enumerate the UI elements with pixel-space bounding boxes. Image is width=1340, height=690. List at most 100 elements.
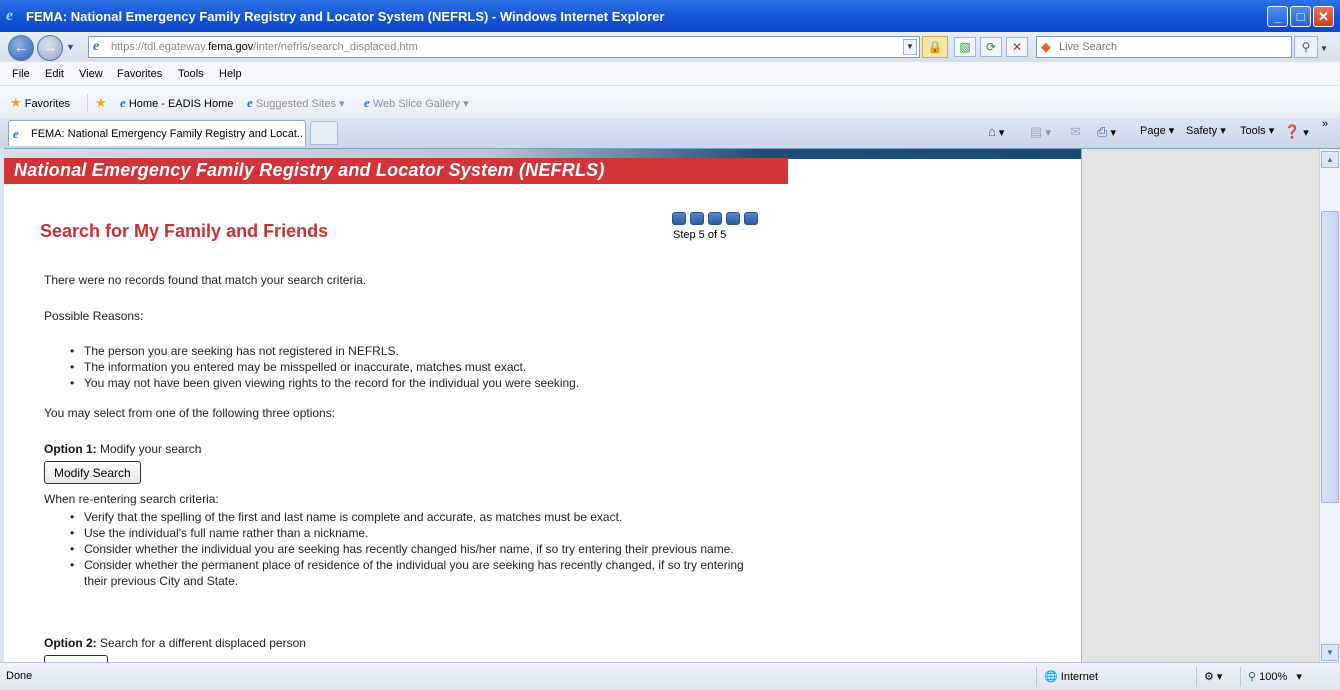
zoom-button[interactable]: ⚲ 100% ▾ — [1248, 670, 1302, 683]
option-2-label: Option 2: — [44, 636, 97, 650]
step-box-3 — [708, 212, 722, 225]
ie-page-icon: e — [13, 126, 19, 141]
scroll-thumb[interactable] — [1321, 211, 1339, 503]
list-item: Consider whether the individual you are … — [70, 541, 750, 557]
recent-pages-dropdown-icon[interactable]: ▼ — [66, 42, 75, 52]
chevron-more-icon[interactable]: » — [1322, 118, 1328, 130]
right-pane — [1081, 149, 1321, 662]
add-favorite-icon: ★ — [95, 95, 107, 110]
option-2-button[interactable] — [44, 655, 108, 662]
divider — [1036, 667, 1037, 687]
option-2-text: Search for a different displaced person — [96, 636, 306, 650]
stop-icon[interactable]: ✕ — [1006, 37, 1028, 57]
minimize-button[interactable]: _ — [1267, 6, 1288, 27]
feeds-button[interactable]: ▤ ▾ — [1030, 124, 1051, 140]
url-domain: fema.gov — [208, 41, 254, 53]
favorite-link-label: Home - EADIS Home — [128, 98, 234, 110]
step-box-4 — [726, 212, 740, 225]
status-text: Done — [6, 670, 33, 682]
menu-bar: File Edit View Favorites Tools Help — [0, 62, 1340, 86]
no-records-message: There were no records found that match y… — [44, 273, 367, 287]
print-icon: ⎙ — [1097, 124, 1108, 139]
feeds-icon: ▤ — [1030, 124, 1043, 139]
option-1-line: Option 1: Modify your search — [44, 442, 201, 456]
forward-button[interactable]: → — [37, 35, 63, 61]
divider — [1196, 667, 1197, 687]
favorites-label: Favorites — [24, 98, 70, 110]
search-input[interactable] — [1059, 39, 1279, 55]
scroll-up-icon[interactable]: ▲ — [1321, 151, 1339, 168]
options-intro: You may select from one of the following… — [44, 406, 336, 420]
page-menu[interactable]: Page ▾ — [1140, 124, 1174, 137]
menu-file[interactable]: File — [12, 68, 30, 80]
close-button[interactable]: ✕ — [1313, 6, 1334, 27]
search-icon[interactable]: ⚲ — [1294, 36, 1318, 58]
compatibility-view-icon[interactable]: ▧ — [954, 37, 976, 57]
page-title: Search for My Family and Friends — [40, 221, 329, 241]
favorite-link-eadis[interactable]: e Home - EADIS Home — [120, 95, 233, 111]
globe-icon: 🌐 — [1044, 671, 1058, 683]
zone-label: Internet — [1060, 671, 1099, 683]
ie-page-icon: e — [247, 95, 253, 110]
menu-edit[interactable]: Edit — [45, 68, 64, 80]
ie-page-icon: e — [120, 95, 126, 110]
favorites-star-icon: ★ — [10, 95, 22, 110]
safety-menu[interactable]: Safety ▾ — [1186, 124, 1226, 137]
maximize-button[interactable]: □ — [1290, 6, 1311, 27]
protected-mode-button[interactable]: ⚙ ▾ — [1204, 670, 1222, 683]
nefrls-banner: National Emergency Family Registry and L… — [4, 158, 788, 184]
refresh-icon[interactable]: ⟳ — [980, 37, 1002, 57]
divider — [1240, 667, 1241, 687]
url-prefix: https://tdl.egateway. — [111, 41, 209, 53]
zoom-level: 100% — [1259, 671, 1288, 683]
add-to-favorites-button[interactable]: ★ — [95, 95, 107, 111]
protected-mode-icon: ⚙ — [1204, 671, 1214, 683]
lock-icon[interactable]: 🔒 — [922, 36, 948, 58]
menu-tools[interactable]: Tools — [178, 68, 204, 80]
reenter-intro: When re-entering search criteria: — [44, 492, 219, 506]
search-options-dropdown-icon[interactable]: ▼ — [1320, 44, 1328, 53]
vertical-scrollbar[interactable]: ▲ ▼ — [1319, 149, 1340, 662]
zoom-icon: ⚲ — [1248, 671, 1257, 683]
step-box-2 — [690, 212, 704, 225]
favorites-bar: ★ Favorites ★ e Home - EADIS Home e Sugg… — [0, 86, 1340, 118]
page-icon: e — [93, 39, 100, 54]
search-box[interactable]: ◆ — [1036, 36, 1292, 58]
tools-menu[interactable]: Tools ▾ — [1240, 124, 1274, 137]
tab-row: e FEMA: National Emergency Family Regist… — [0, 118, 1340, 148]
banner-title: National Emergency Family Registry and L… — [14, 160, 605, 180]
reasons-list: The person you are seeking has not regis… — [70, 343, 760, 391]
option-1-label: Option 1: — [44, 442, 97, 456]
new-tab-button[interactable] — [310, 121, 338, 145]
back-button[interactable]: ← — [8, 35, 34, 61]
help-button[interactable]: ❓ ▾ — [1284, 124, 1309, 140]
menu-help[interactable]: Help — [219, 68, 242, 80]
scroll-down-icon[interactable]: ▼ — [1321, 644, 1339, 661]
list-item: Use the individual's full name rather th… — [70, 525, 760, 541]
print-button[interactable]: ⎙ ▾ — [1097, 124, 1116, 140]
ie-logo-icon: e — [6, 7, 14, 24]
tab-label: FEMA: National Emergency Family Registry… — [31, 128, 303, 140]
menu-favorites[interactable]: Favorites — [117, 68, 162, 80]
address-dropdown-icon[interactable]: ▼ — [903, 39, 917, 55]
favorite-link-web-slice-gallery[interactable]: e Web Slice Gallery ▾ — [364, 95, 469, 111]
home-button[interactable]: ⌂ ▾ — [988, 124, 1004, 139]
tab-active[interactable]: e FEMA: National Emergency Family Regist… — [8, 120, 306, 146]
live-search-logo-icon: ◆ — [1041, 39, 1051, 54]
read-mail-button[interactable]: ✉ — [1070, 124, 1081, 140]
status-bar: Done 🌐 Internet ⚙ ▾ ⚲ 100% ▾ — [0, 662, 1340, 690]
address-toolbar: ← → ▼ e https://tdl.egateway.fema.gov/in… — [0, 32, 1340, 62]
list-item: You may not have been given viewing righ… — [70, 375, 760, 391]
step-text: Step 5 of 5 — [673, 229, 727, 241]
favorite-link-suggested-sites[interactable]: e Suggested Sites ▾ — [247, 95, 345, 111]
favorites-button[interactable]: ★ Favorites — [10, 95, 70, 111]
mail-icon: ✉ — [1070, 124, 1081, 139]
security-zone[interactable]: 🌐 Internet — [1044, 670, 1098, 683]
divider — [87, 94, 88, 112]
address-field[interactable]: e https://tdl.egateway.fema.gov/inter/ne… — [88, 36, 920, 58]
url-text[interactable]: https://tdl.egateway.fema.gov/inter/nefr… — [111, 41, 418, 53]
title-bar: e FEMA: National Emergency Family Regist… — [0, 0, 1340, 32]
modify-search-button[interactable]: Modify Search — [44, 461, 141, 484]
favorite-link-label: Suggested Sites ▾ — [255, 98, 345, 110]
menu-view[interactable]: View — [79, 68, 103, 80]
